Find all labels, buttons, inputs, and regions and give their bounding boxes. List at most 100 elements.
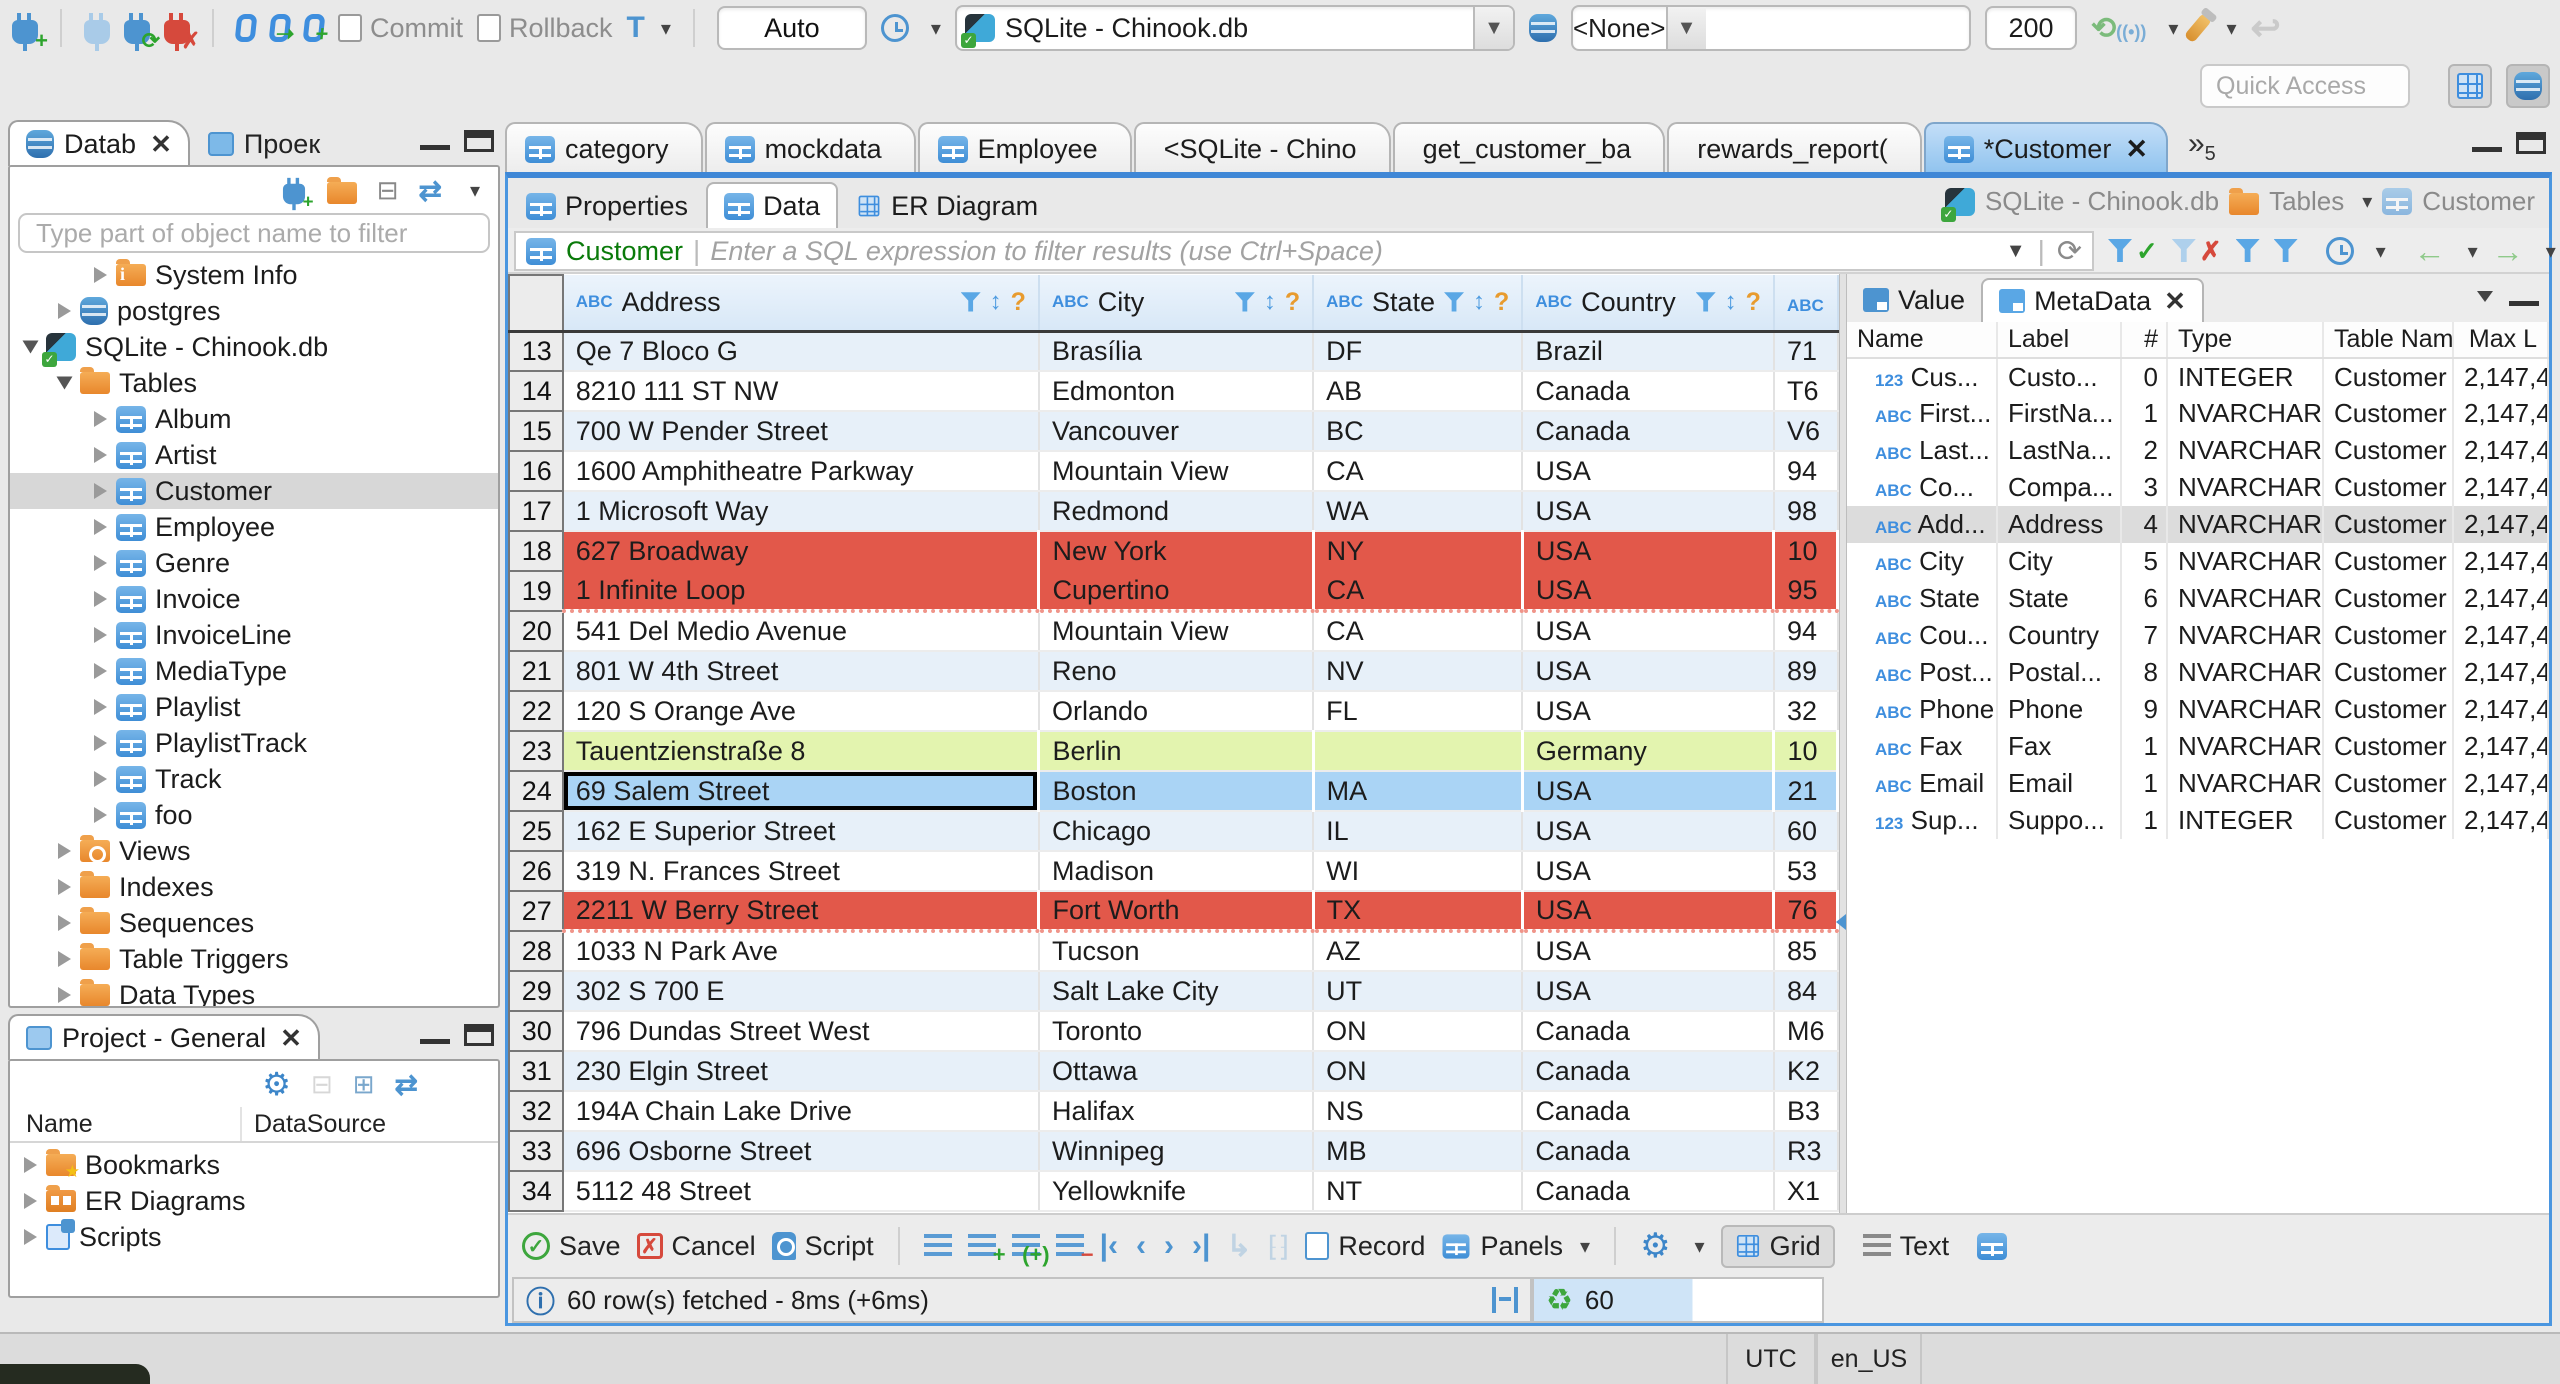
- sort-icon[interactable]: ↕: [990, 288, 1002, 316]
- cell-postal-partial[interactable]: X1: [1773, 1171, 1839, 1212]
- cell-address[interactable]: 700 W Pender Street: [562, 411, 1040, 452]
- cell-state[interactable]: AB: [1313, 371, 1524, 412]
- cell-state[interactable]: BC: [1313, 411, 1524, 452]
- filter-icon[interactable]: [1444, 292, 1465, 312]
- dbeaver-perspective-icon[interactable]: [2506, 64, 2550, 108]
- row-number-cell[interactable]: 22: [508, 690, 564, 732]
- transaction-history-icon[interactable]: [880, 14, 909, 42]
- fetch-next-icon[interactable]: →: [2492, 235, 2524, 267]
- tree-item[interactable]: Sequences: [10, 905, 498, 941]
- cell-postal-partial[interactable]: 85: [1773, 931, 1839, 972]
- cell-city[interactable]: Berlin: [1038, 731, 1315, 772]
- tree-item[interactable]: Tables: [10, 365, 498, 401]
- tree-item[interactable]: Scripts: [10, 1219, 498, 1255]
- row-number-cell[interactable]: 33: [508, 1130, 564, 1172]
- transaction-log-icon[interactable]: T ▾: [627, 11, 671, 45]
- minimize-icon[interactable]: [2509, 300, 2539, 306]
- cell-postal-partial[interactable]: M6: [1773, 1011, 1839, 1052]
- grid-view-button[interactable]: Grid: [1720, 1224, 1835, 1268]
- row-number-cell[interactable]: 20: [508, 610, 564, 652]
- duplicate-row-icon[interactable]: (+): [1011, 1234, 1050, 1266]
- cell-city[interactable]: Fort Worth: [1038, 891, 1315, 933]
- cell-postal-partial[interactable]: 53: [1773, 851, 1839, 892]
- gear-icon[interactable]: ⚙: [1640, 1226, 1670, 1266]
- cell-state[interactable]: MB: [1313, 1131, 1524, 1172]
- cell-postal-partial[interactable]: 95: [1773, 571, 1839, 613]
- cell-country[interactable]: USA: [1522, 651, 1775, 692]
- row-number-cell[interactable]: 26: [508, 850, 564, 892]
- cell-address[interactable]: 319 N. Frances Street: [562, 851, 1040, 892]
- cell-state[interactable]: WA: [1313, 491, 1524, 532]
- cell-country[interactable]: USA: [1522, 691, 1775, 732]
- auto-refresh-icon[interactable]: ⟲((•)): [2091, 11, 2146, 46]
- collapse-icon[interactable]: ⊟: [311, 1069, 333, 1100]
- cell-state[interactable]: NT: [1313, 1171, 1524, 1212]
- timezone-indicator[interactable]: UTC: [1726, 1334, 1816, 1384]
- new-connection-icon[interactable]: +: [12, 13, 48, 52]
- tree-item[interactable]: ER Diagrams: [10, 1183, 498, 1219]
- tree-item[interactable]: MediaType: [10, 653, 498, 689]
- breadcrumb-table[interactable]: Customer: [2422, 186, 2535, 217]
- cell-city[interactable]: Halifax: [1038, 1091, 1315, 1132]
- value-view-icon[interactable]: [1977, 1232, 2008, 1260]
- row-number-cell[interactable]: 16: [508, 450, 564, 492]
- schema-dropdown-button[interactable]: ▼: [1665, 7, 1706, 49]
- cell-city[interactable]: Tucson: [1038, 931, 1315, 972]
- filter-icon[interactable]: [960, 292, 981, 312]
- tab-value[interactable]: Value: [1847, 278, 1981, 322]
- close-icon[interactable]: ✕: [150, 129, 172, 160]
- cell-address[interactable]: 2211 W Berry Street: [562, 891, 1041, 933]
- cell-country[interactable]: USA: [1522, 891, 1776, 933]
- row-number-cell[interactable]: 34: [508, 1170, 564, 1212]
- cell-state[interactable]: NV: [1313, 651, 1524, 692]
- tree-item[interactable]: Table Triggers: [10, 941, 498, 977]
- editor-tab[interactable]: <SQLite - Chino: [1133, 122, 1391, 174]
- cell-address[interactable]: 796 Dundas Street West: [562, 1011, 1040, 1052]
- new-folder-icon[interactable]: [326, 176, 357, 204]
- fetch-prev-icon[interactable]: ←: [2414, 235, 2446, 267]
- cell-state[interactable]: WI: [1313, 851, 1524, 892]
- filter-history-dropdown-icon[interactable]: ▼: [2006, 240, 2026, 263]
- sql-filter-input[interactable]: Customer | Enter a SQL expression to fil…: [514, 231, 2094, 271]
- minimize-icon[interactable]: [2472, 146, 2502, 152]
- calc-panel-icon[interactable]: [1492, 1287, 1518, 1313]
- tree-item[interactable]: Data Types: [10, 977, 498, 1006]
- tree-item[interactable]: postgres: [10, 293, 498, 329]
- add-row-icon[interactable]: +: [967, 1234, 1006, 1266]
- cell-address[interactable]: 696 Osborne Street: [562, 1131, 1040, 1172]
- expand-arrow-icon[interactable]: [58, 987, 71, 1003]
- cell-city[interactable]: Ottawa: [1038, 1051, 1315, 1092]
- cell-postal-partial[interactable]: 32: [1773, 691, 1839, 732]
- row-number-cell[interactable]: 13: [508, 330, 564, 372]
- cell-address[interactable]: 541 Del Medio Avenue: [562, 611, 1040, 652]
- cell-country[interactable]: Canada: [1522, 1011, 1775, 1052]
- cell-postal-partial[interactable]: 60: [1773, 811, 1839, 852]
- cell-postal-partial[interactable]: 71: [1773, 331, 1839, 372]
- expand-arrow-icon[interactable]: [94, 807, 107, 823]
- metadata-row[interactable]: 123 Sup... Suppo... 1 INTEGER Customer 2…: [1847, 802, 2549, 839]
- editor-tab[interactable]: Employee: [917, 122, 1132, 174]
- row-number-cell[interactable]: 29: [508, 970, 564, 1012]
- column-ordinal[interactable]: #: [2121, 322, 2168, 359]
- tree-item[interactable]: foo: [10, 797, 498, 833]
- cell-postal-partial[interactable]: 21: [1773, 771, 1839, 812]
- maximize-icon[interactable]: [2516, 132, 2546, 154]
- tab-metadata[interactable]: MetaData ✕: [1981, 278, 2204, 322]
- cell-country[interactable]: USA: [1522, 811, 1775, 852]
- cell-state[interactable]: CA: [1313, 451, 1524, 492]
- cell-state[interactable]: NY: [1313, 531, 1524, 572]
- script-button[interactable]: Script: [771, 1231, 874, 1262]
- breadcrumb-connection[interactable]: SQLite - Chinook.db: [1985, 186, 2219, 217]
- refresh-status-box[interactable]: ♻ 60: [1532, 1277, 1824, 1323]
- row-number-cell[interactable]: 19: [508, 570, 564, 612]
- corner-cell[interactable]: [508, 274, 564, 333]
- tree-item[interactable]: Employee: [10, 509, 498, 545]
- column-header-state[interactable]: ABC State ↕?: [1313, 275, 1524, 333]
- sort-icon[interactable]: ↕: [1725, 288, 1737, 316]
- cell-country[interactable]: USA: [1522, 531, 1776, 572]
- panels-button[interactable]: Panels ▾: [1441, 1231, 1590, 1262]
- cell-address[interactable]: 1033 N Park Ave: [562, 931, 1040, 972]
- row-number-cell[interactable]: 27: [508, 890, 564, 932]
- locale-indicator[interactable]: en_US: [1816, 1334, 1922, 1384]
- new-sql-editor-icon[interactable]: ➝: [268, 14, 296, 46]
